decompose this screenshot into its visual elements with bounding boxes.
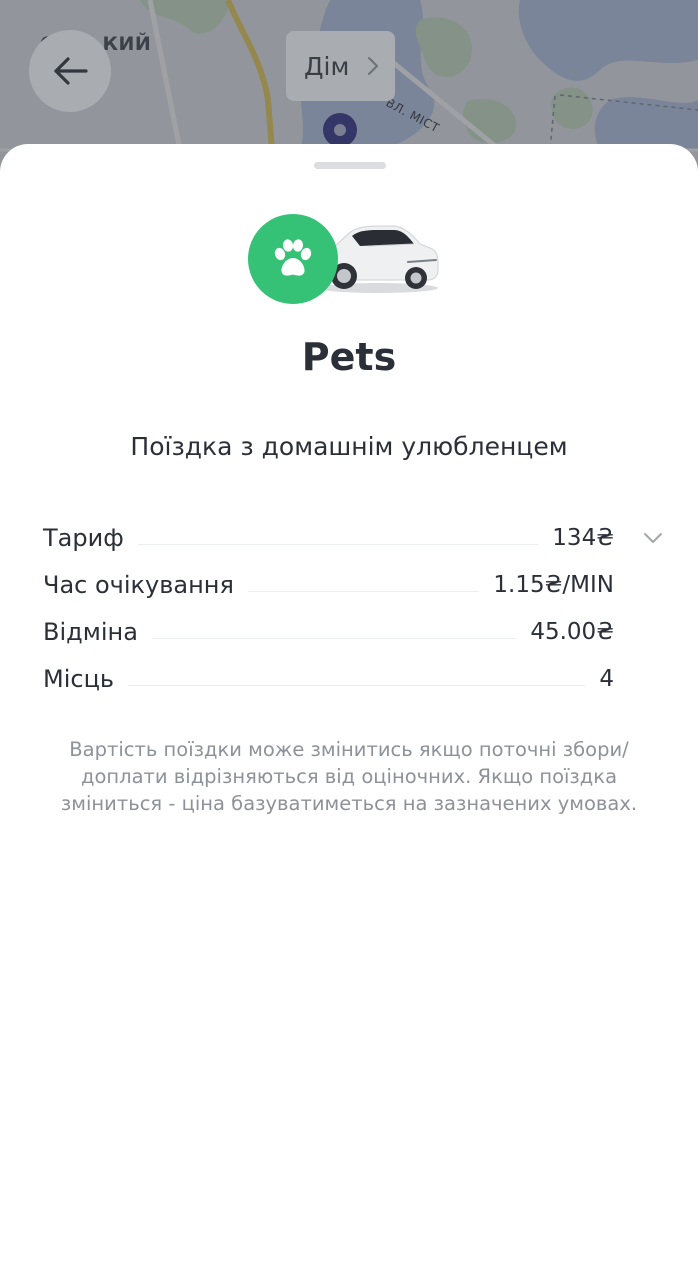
- detail-label: Час очікування: [43, 570, 248, 599]
- detail-row-seats: Місць 4: [43, 655, 663, 702]
- tariff-details-list: Тариф 134₴ Час очікування 1.15₴/MIN Відм…: [43, 514, 663, 702]
- detail-divider: [128, 685, 586, 686]
- paw-icon: [271, 239, 315, 279]
- destination-home-chip[interactable]: Дім: [286, 31, 395, 101]
- detail-value: 1.15₴/MIN: [493, 571, 614, 598]
- paw-badge: [248, 214, 338, 304]
- tariff-subtitle: Поїздка з домашнім улюбленцем: [130, 432, 568, 461]
- detail-value: 45.00₴: [530, 618, 614, 645]
- sheet-drag-handle[interactable]: [314, 162, 386, 169]
- detail-divider: [151, 638, 517, 639]
- detail-value: 4: [599, 665, 614, 692]
- chevron-right-icon: [367, 56, 379, 76]
- detail-label: Місць: [43, 664, 129, 693]
- tariff-hero: [246, 212, 446, 306]
- detail-value: 134₴: [552, 524, 614, 551]
- tariff-details-sheet: Pets Поїздка з домашнім улюбленцем Тариф…: [0, 144, 698, 1279]
- home-chip-label: Дім: [304, 51, 350, 81]
- detail-label: Тариф: [43, 523, 138, 552]
- arrow-left-icon: [52, 56, 88, 86]
- detail-divider: [247, 591, 480, 592]
- chevron-down-icon: [643, 532, 663, 544]
- price-disclaimer: Вартість поїздки може змінитись якщо пот…: [60, 738, 638, 815]
- fare-expand-button[interactable]: [614, 532, 663, 544]
- detail-row-waiting: Час очікування 1.15₴/MIN: [43, 561, 663, 608]
- back-button[interactable]: [29, 30, 111, 112]
- detail-row-cancellation: Відміна 45.00₴: [43, 608, 663, 655]
- detail-label: Відміна: [43, 617, 152, 646]
- detail-row-fare[interactable]: Тариф 134₴: [43, 514, 663, 561]
- detail-divider: [137, 544, 539, 545]
- tariff-title: Pets: [301, 335, 397, 379]
